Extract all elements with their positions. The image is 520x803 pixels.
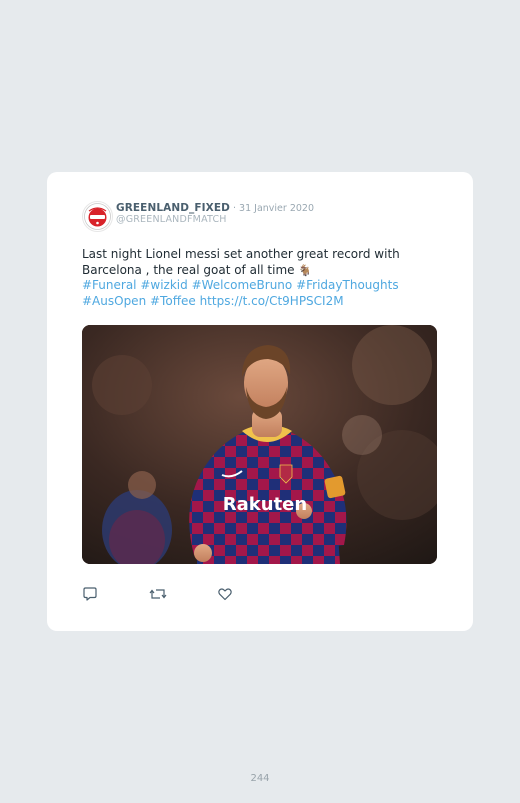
hashtag-link[interactable]: #WelcomeBruno [192,278,293,292]
hashtag-link[interactable]: #FridayThoughts [296,278,399,292]
greenland-logo-icon [84,203,111,230]
jersey-sponsor-text: Rakuten [223,494,307,515]
tweet-text-line: Barcelona , the real goat of all time [82,262,295,277]
page-number: 244 [250,773,270,784]
hashtag-link[interactable]: #AusOpen [82,294,146,308]
meta-separator: · [229,203,240,214]
goat-emoji: 🐐 [298,263,313,277]
retweet-icon[interactable] [149,586,167,602]
author-avatar[interactable] [82,201,113,232]
tweet-text: Last night Lionel messi set another grea… [82,247,412,309]
author-name[interactable]: GREENLAND_FIXED [116,202,230,214]
tweet-photo[interactable]: Rakuten [82,325,437,564]
tweet-card: GREENLAND_FIXED · 31 Janvier 2020 @GREEN… [47,172,473,631]
hashtag-link[interactable]: #Toffee [150,294,196,308]
reply-icon[interactable] [82,586,98,602]
tweet-text-line: Last night Lionel messi set another grea… [82,247,400,261]
hashtag-link[interactable]: #wizkid [140,278,187,292]
hashtag-link[interactable]: #Funeral [82,278,137,292]
tweet-date[interactable]: 31 Janvier 2020 [239,203,314,214]
heart-icon[interactable] [217,586,233,602]
author-handle[interactable]: @GREENLANDFMATCH [116,214,227,225]
player-photo-illustration: Rakuten [82,325,437,564]
tweet-url-link[interactable]: https://t.co/Ct9HPSCI2M [200,294,344,308]
